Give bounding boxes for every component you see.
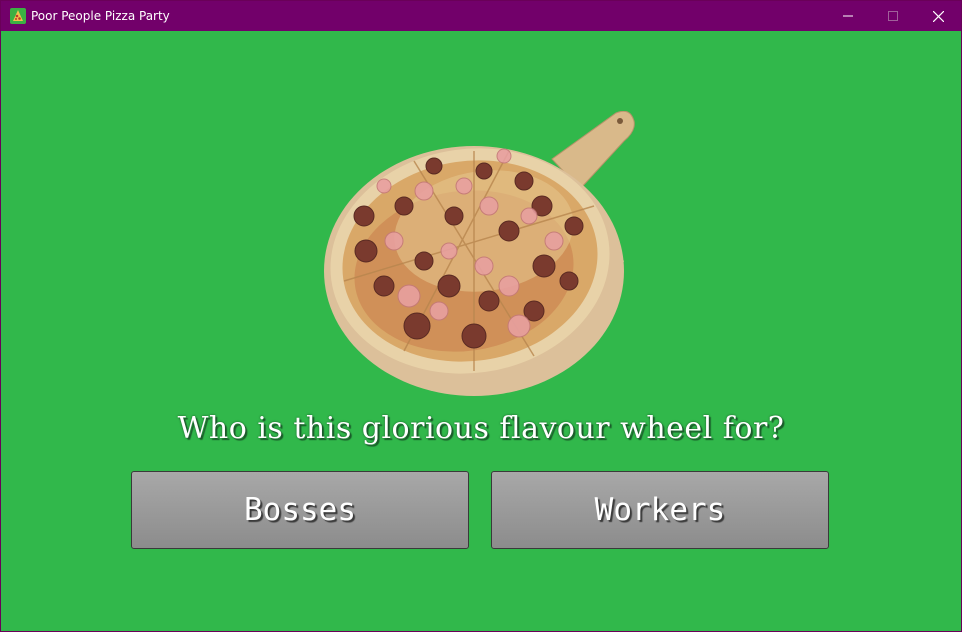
bosses-button-label: Bosses bbox=[244, 492, 356, 528]
workers-button[interactable]: Workers bbox=[491, 471, 829, 549]
minimize-icon bbox=[843, 11, 853, 21]
title-bar[interactable]: Poor People Pizza Party bbox=[1, 1, 961, 31]
close-icon bbox=[932, 10, 944, 22]
maximize-icon bbox=[888, 11, 898, 21]
window-title: Poor People Pizza Party bbox=[31, 9, 170, 23]
game-screen: Who is this glorious flavour wheel for? … bbox=[1, 31, 961, 631]
question-text: Who is this glorious flavour wheel for? bbox=[177, 411, 785, 446]
close-button[interactable] bbox=[915, 1, 961, 31]
workers-button-label: Workers bbox=[594, 492, 726, 528]
minimize-button[interactable] bbox=[825, 1, 871, 31]
app-window: Poor People Pizza Party Who is this glor… bbox=[0, 0, 962, 632]
bosses-button[interactable]: Bosses bbox=[131, 471, 469, 549]
pizza-app-icon bbox=[10, 8, 26, 24]
pizza-image bbox=[324, 110, 644, 401]
maximize-button[interactable] bbox=[870, 1, 916, 31]
